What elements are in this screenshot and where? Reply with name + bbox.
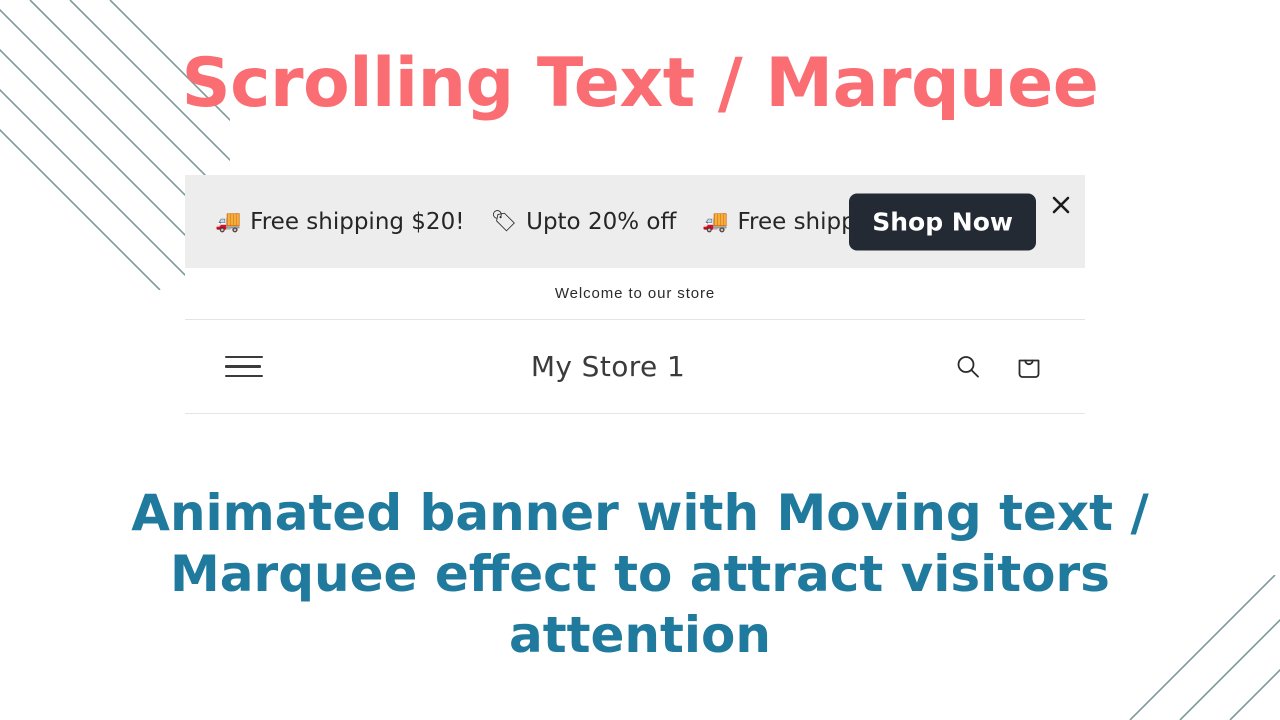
slide-canvas: Scrolling Text / Marquee 🚚 Free shipping…: [0, 0, 1280, 720]
marquee-item: 🏷 Upto 20% off: [490, 209, 676, 235]
caption-line-1: Animated banner with Moving text /: [131, 484, 1149, 542]
hamburger-bar: [225, 365, 261, 368]
announcement-bar: 🚚 Free shipping $20! 🏷 Upto 20% off 🚚 Fr…: [185, 175, 1085, 268]
cart-button[interactable]: [1013, 351, 1045, 383]
header-actions: [953, 351, 1045, 383]
page-title: Scrolling Text / Marquee: [181, 44, 1099, 123]
search-icon: [957, 355, 979, 378]
close-announcement-button[interactable]: [1042, 186, 1080, 224]
search-button[interactable]: [953, 352, 983, 382]
truck-emoji: 🚚: [702, 209, 729, 233]
store-header: My Store 1: [185, 320, 1085, 414]
close-icon: [1052, 196, 1070, 214]
store-preview: 🚚 Free shipping $20! 🏷 Upto 20% off 🚚 Fr…: [185, 175, 1085, 414]
hamburger-menu-icon[interactable]: [225, 355, 263, 378]
marquee-item: 🚚 Free shipping $20!: [215, 209, 464, 235]
hamburger-bar: [225, 374, 263, 378]
tag-emoji: 🏷: [490, 209, 518, 233]
caption-line-2: Marquee effect to attract visitors atten…: [170, 545, 1110, 664]
truck-emoji: 🚚: [215, 209, 242, 233]
shop-now-button[interactable]: Shop Now: [849, 193, 1036, 250]
marquee-item-text: Upto 20% off: [526, 208, 677, 235]
hamburger-bar: [225, 355, 263, 359]
marquee-item-text: Free shipping $20!: [250, 208, 465, 235]
slide-caption: Animated banner with Moving text / Marqu…: [50, 483, 1230, 666]
welcome-message: Welcome to our store: [185, 268, 1085, 320]
store-name: My Store 1: [530, 350, 686, 383]
shopping-bag-icon: [1018, 359, 1040, 378]
